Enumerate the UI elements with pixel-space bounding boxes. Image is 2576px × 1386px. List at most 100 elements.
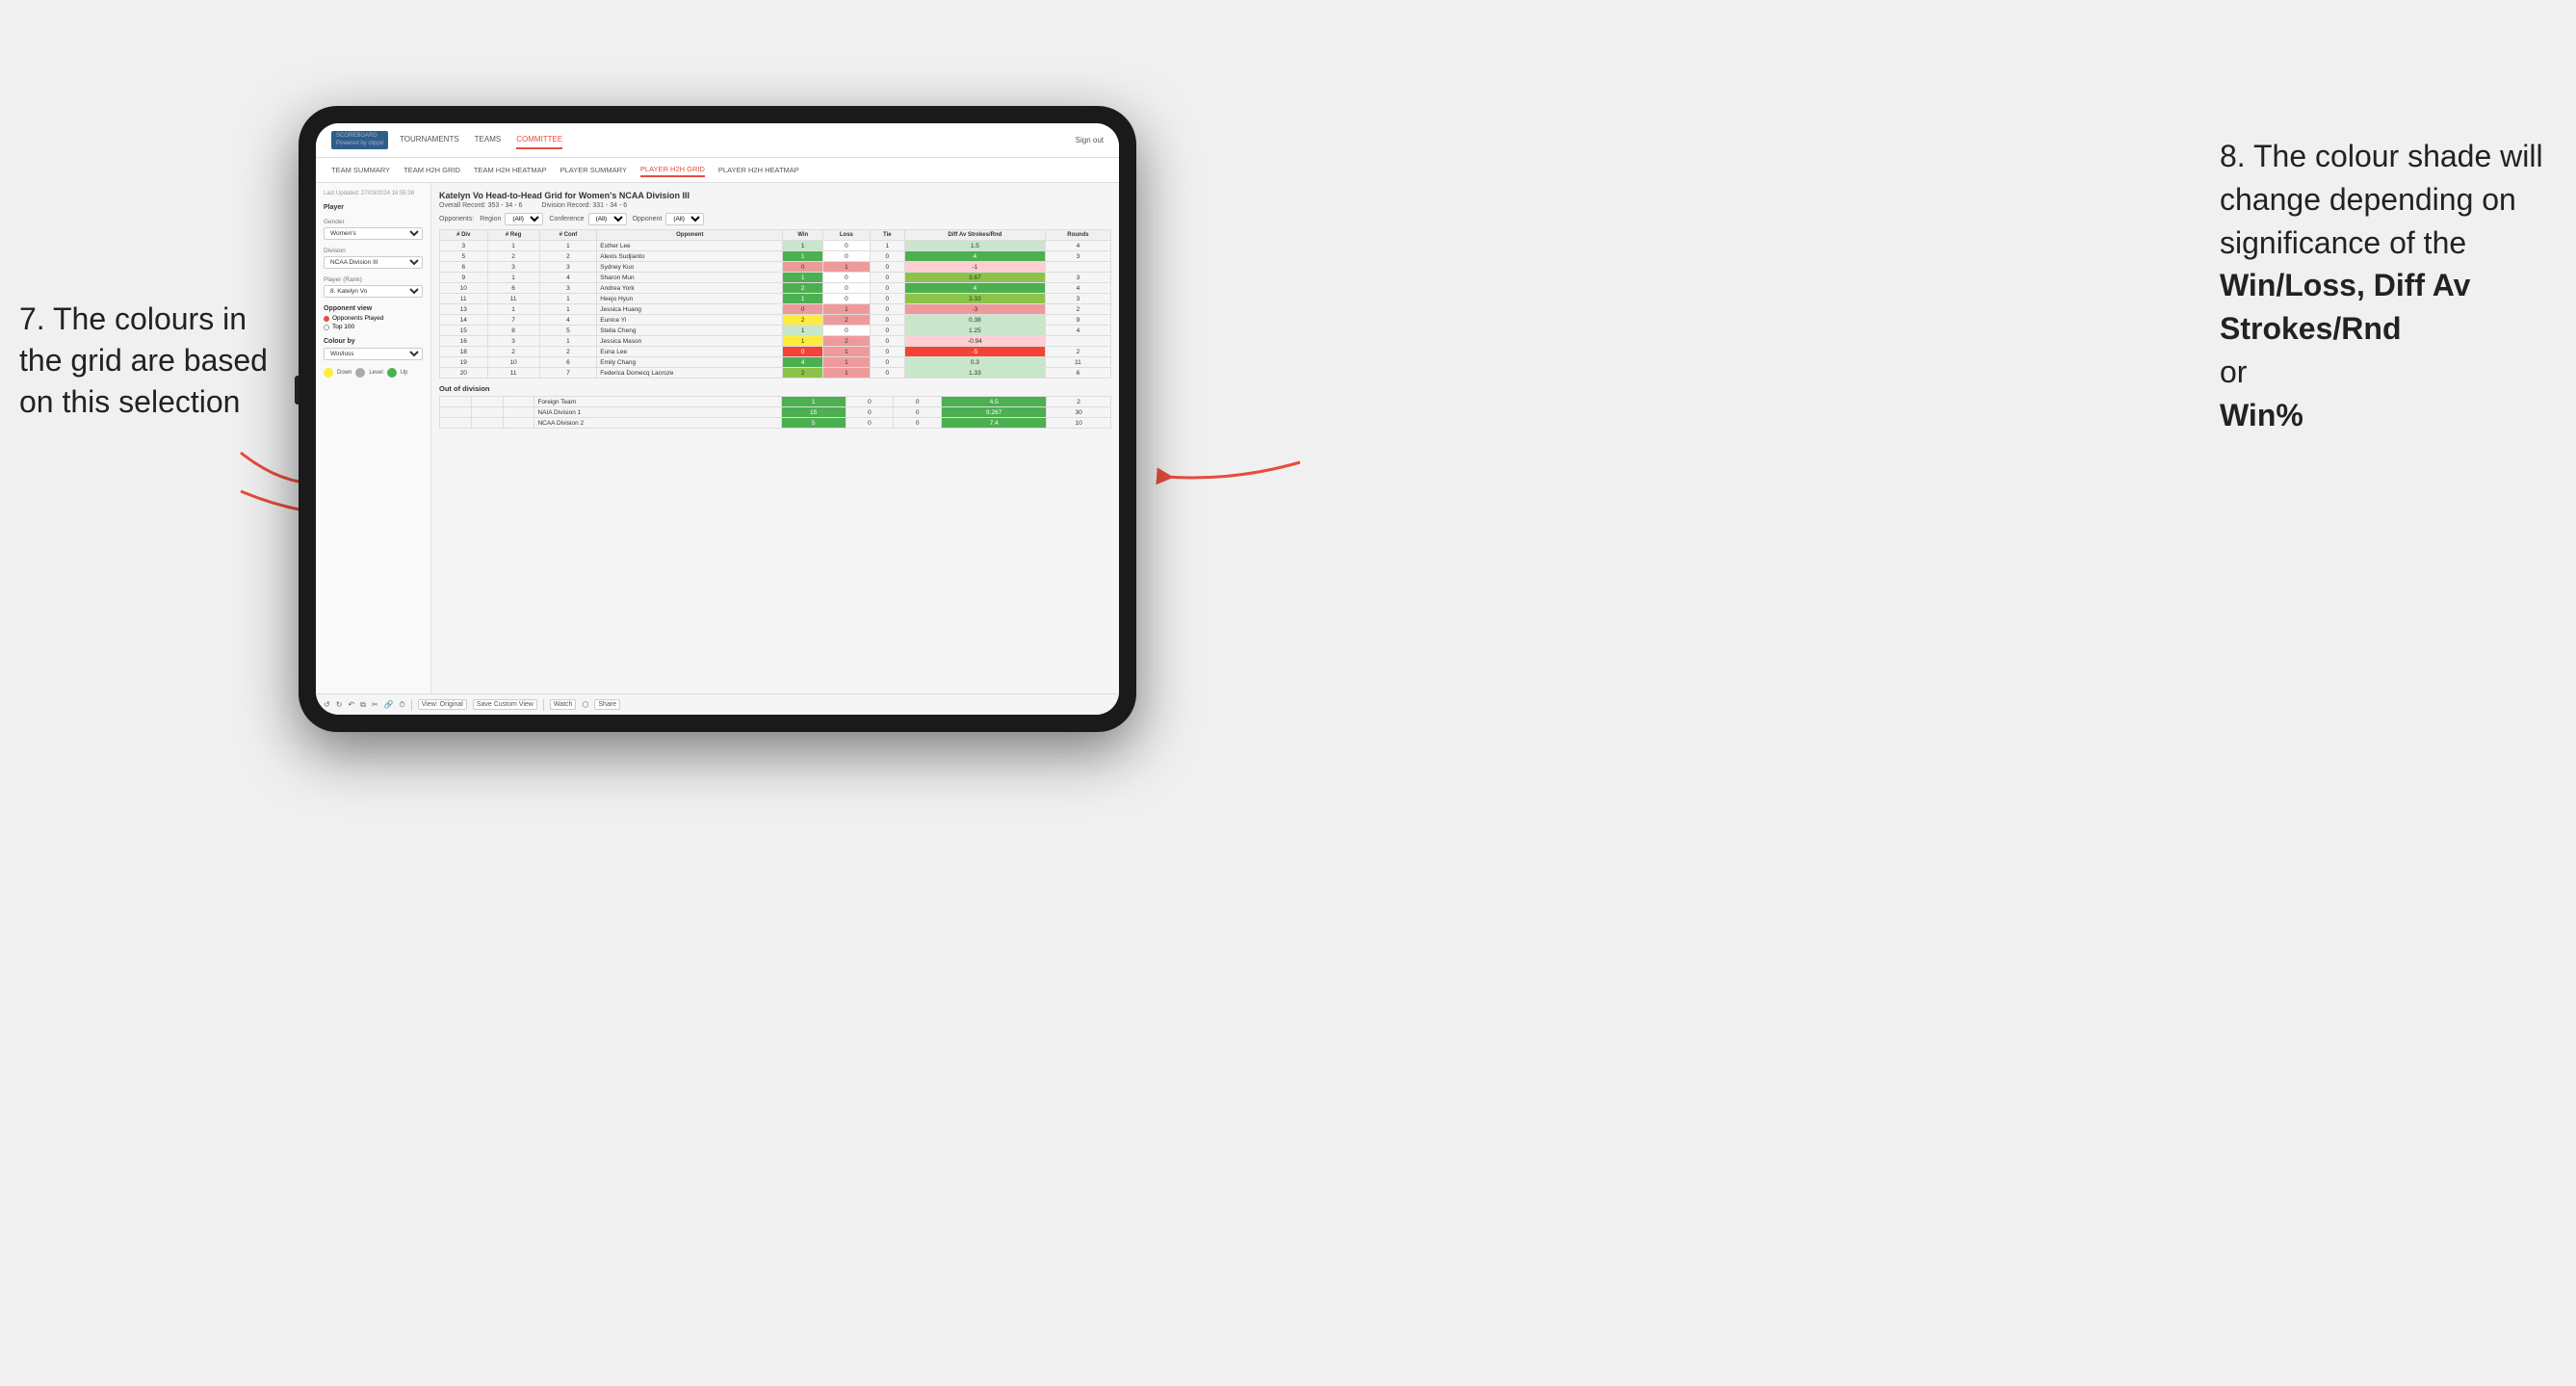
sub-nav-player-summary[interactable]: PLAYER SUMMARY <box>560 164 627 176</box>
conference-select[interactable]: (All) <box>588 213 627 225</box>
undo-icon[interactable]: ↺ <box>324 700 330 709</box>
arrow-right <box>1117 424 1310 501</box>
sidebar-colour-label: Colour by <box>324 338 423 345</box>
table-row: 14 7 4 Eunice Yi 2 2 0 0.38 9 <box>440 315 1111 326</box>
annotation-right-bold1: Win/Loss, <box>2220 268 2365 302</box>
table-row: 9 1 4 Sharon Mun 1 0 0 3.67 3 <box>440 273 1111 283</box>
sidebar-colour-section: Colour by Win/loss <box>324 338 423 360</box>
radio-played-label: Opponents Played <box>332 315 383 322</box>
table-row: 20 11 7 Federica Domecq Lacroze 2 1 0 1.… <box>440 368 1111 379</box>
legend-up-label: Up <box>401 370 408 376</box>
region-filter-group: Region (All) <box>480 213 543 225</box>
radio-top100-label: Top 100 <box>332 324 354 330</box>
opponent-select[interactable]: (All) <box>665 213 704 225</box>
save-custom-btn[interactable]: Save Custom View <box>473 699 537 710</box>
nav-bar: SCOREBOARD Powered by clippd TOURNAMENTS… <box>316 123 1119 158</box>
th-conf: # Conf <box>539 230 597 241</box>
radio-top100-dot <box>324 325 329 330</box>
sidebar-player-section: Player <box>324 204 423 211</box>
clock-icon[interactable]: ⏱ <box>400 700 405 710</box>
sidebar-colour-select[interactable]: Win/loss <box>324 348 423 360</box>
sub-nav-player-h2h-heatmap[interactable]: PLAYER H2H HEATMAP <box>718 164 799 176</box>
region-select[interactable]: (All) <box>505 213 543 225</box>
grid-title: Katelyn Vo Head-to-Head Grid for Women's… <box>439 191 1111 200</box>
table-row: 18 2 2 Euna Lee 0 1 0 -5 2 <box>440 347 1111 357</box>
sidebar-timestamp-section: Last Updated: 27/03/2024 16:55:38 <box>324 191 423 196</box>
sign-in-link[interactable]: Sign out <box>1076 136 1104 144</box>
annotation-left: 7. The colours in the grid are based on … <box>19 299 289 424</box>
annotation-right-text: 8. The colour shade will change dependin… <box>2220 139 2543 260</box>
sidebar: Last Updated: 27/03/2024 16:55:38 Player… <box>316 183 431 693</box>
sidebar-rank-section: Player (Rank) 8. Katelyn Vo <box>324 276 423 298</box>
table-row: Foreign Team 1 0 0 4.5 2 <box>440 397 1111 407</box>
link-icon[interactable]: 🔗 <box>384 700 394 709</box>
overall-record-value: 353 - 34 - 6 <box>488 202 523 209</box>
sidebar-timestamp: Last Updated: 27/03/2024 16:55:38 <box>324 191 423 196</box>
sub-nav-player-h2h-grid[interactable]: PLAYER H2H GRID <box>640 163 705 177</box>
sidebar-radio-top100[interactable]: Top 100 <box>324 324 423 330</box>
toolbar-sep-1 <box>411 699 412 711</box>
division-record-text: Division Record: <box>541 202 590 209</box>
bottom-toolbar: ↺ ↻ ↶ ⧉ ✂ 🔗 ⏱ View: Original Save Custom… <box>316 693 1119 715</box>
table-row: 11 11 1 Heejo Hyun 1 0 0 3.33 3 <box>440 294 1111 304</box>
sub-nav-team-summary[interactable]: TEAM SUMMARY <box>331 164 390 176</box>
out-of-division-table: Foreign Team 1 0 0 4.5 2 NAIA Division 1… <box>439 396 1111 429</box>
nav-teams[interactable]: TEAMS <box>475 131 502 149</box>
share-btn[interactable]: Share <box>594 699 620 710</box>
grid-record: Overall Record: 353 - 34 - 6 Division Re… <box>439 202 1111 209</box>
th-diff: Diff Av Strokes/Rnd <box>904 230 1045 241</box>
main-content: Last Updated: 27/03/2024 16:55:38 Player… <box>316 183 1119 693</box>
sidebar-rank-select[interactable]: 8. Katelyn Vo <box>324 285 423 298</box>
conference-filter-group: Conference (All) <box>549 213 626 225</box>
out-of-division-header: Out of division <box>439 384 1111 393</box>
legend-down-label: Down <box>337 370 351 376</box>
view-original-btn[interactable]: View: Original <box>418 699 467 710</box>
sidebar-gender-section: Gender Women's <box>324 219 423 240</box>
tablet-frame: SCOREBOARD Powered by clippd TOURNAMENTS… <box>299 106 1136 732</box>
table-row: 3 1 1 Esther Lee 1 0 1 1.5 4 <box>440 241 1111 251</box>
share-icon[interactable]: ⬡ <box>582 700 588 709</box>
radio-played-dot <box>324 316 329 322</box>
nav-committee[interactable]: COMMITTEE <box>516 131 562 149</box>
nav-tournaments[interactable]: TOURNAMENTS <box>400 131 459 149</box>
sidebar-rank-label: Player (Rank) <box>324 276 423 283</box>
copy-icon[interactable]: ⧉ <box>360 700 366 710</box>
th-loss: Loss <box>823 230 871 241</box>
annotation-right-or: or <box>2220 354 2247 389</box>
th-tie: Tie <box>870 230 904 241</box>
sub-nav-team-h2h-grid[interactable]: TEAM H2H GRID <box>403 164 460 176</box>
redo-icon[interactable]: ↻ <box>336 700 343 709</box>
th-div: # Div <box>440 230 488 241</box>
sidebar-gender-select[interactable]: Women's <box>324 227 423 240</box>
nav-links: TOURNAMENTS TEAMS COMMITTEE <box>400 131 1076 149</box>
table-row: NAIA Division 1 15 0 0 9.267 30 <box>440 407 1111 418</box>
sidebar-opponent-section: Opponent view Opponents Played Top 100 <box>324 305 423 330</box>
legend-down-dot <box>324 368 333 378</box>
nav-logo: SCOREBOARD Powered by clippd <box>331 131 388 148</box>
annotation-right-bold3: Win% <box>2220 398 2303 432</box>
table-row: 15 8 5 Stella Cheng 1 0 0 1.25 4 <box>440 326 1111 336</box>
overall-record-text: Overall Record: <box>439 202 486 209</box>
back-icon[interactable]: ↶ <box>348 700 354 709</box>
grid-area: Katelyn Vo Head-to-Head Grid for Women's… <box>431 183 1119 693</box>
logo-sub: Powered by clippd <box>336 141 383 147</box>
sidebar-opponent-label: Opponent view <box>324 305 423 312</box>
watch-btn[interactable]: Watch <box>550 699 577 710</box>
th-reg: # Reg <box>487 230 539 241</box>
division-record-label: Division Record: 331 - 34 - 6 <box>541 202 627 209</box>
sub-nav-team-h2h-heatmap[interactable]: TEAM H2H HEATMAP <box>474 164 547 176</box>
cut-icon[interactable]: ✂ <box>372 700 378 709</box>
sidebar-gender-label: Gender <box>324 219 423 225</box>
sub-nav: TEAM SUMMARY TEAM H2H GRID TEAM H2H HEAT… <box>316 158 1119 183</box>
sidebar-division-select[interactable]: NCAA Division III <box>324 256 423 269</box>
legend-up-dot <box>387 368 397 378</box>
logo-text: SCOREBOARD <box>336 133 383 140</box>
sidebar-division-label: Division <box>324 248 423 254</box>
overall-record-label: Overall Record: 353 - 34 - 6 <box>439 202 522 209</box>
table-row: 16 3 1 Jessica Mason 1 2 0 -0.94 <box>440 336 1111 347</box>
table-row: NCAA Division 2 5 0 0 7.4 10 <box>440 418 1111 429</box>
legend-level-dot <box>355 368 365 378</box>
division-record-value: 331 - 34 - 6 <box>592 202 627 209</box>
sidebar-radio-played[interactable]: Opponents Played <box>324 315 423 322</box>
toolbar-sep-2 <box>543 699 544 711</box>
